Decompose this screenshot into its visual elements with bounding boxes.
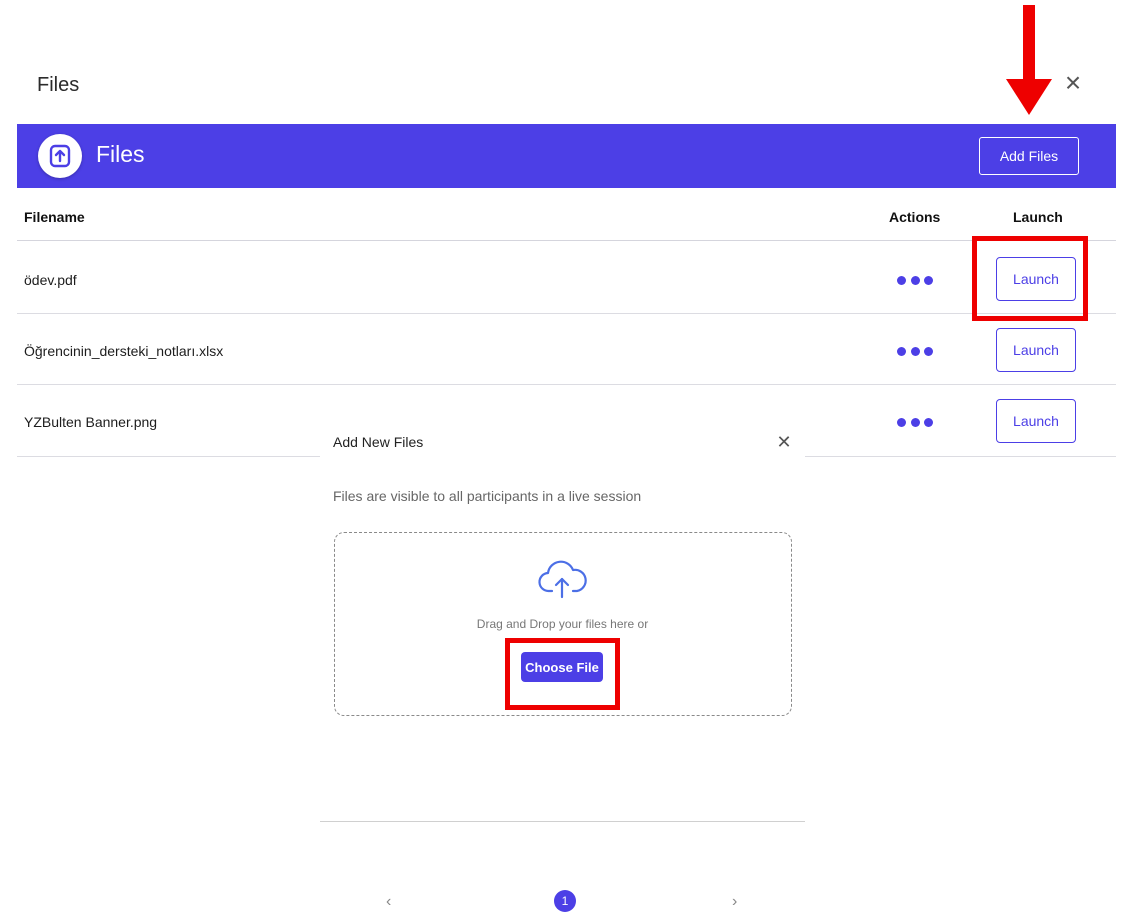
chevron-right-icon[interactable]: ›	[732, 893, 737, 911]
chevron-left-icon[interactable]: ‹	[386, 893, 391, 911]
cloud-upload-icon	[538, 560, 587, 599]
file-upload-icon	[38, 134, 82, 178]
row-divider	[17, 313, 1116, 314]
files-header-bar: Files Add Files	[17, 124, 1116, 188]
column-header-actions: Actions	[889, 209, 941, 225]
panel-title: Files	[37, 74, 80, 96]
launch-button[interactable]: Launch	[996, 328, 1076, 372]
row-divider	[17, 384, 1116, 385]
file-name: YZBulten Banner.png	[24, 414, 158, 430]
modal-footer-divider	[320, 821, 805, 822]
column-header-filename: Filename	[24, 209, 85, 225]
panel-close-icon[interactable]: ×	[1060, 68, 1086, 98]
header-title: Files	[96, 141, 145, 167]
dropzone-text: Drag and Drop your files here or	[476, 617, 649, 631]
column-header-launch: Launch	[1013, 209, 1063, 225]
add-files-modal: Add New Files ✕ Files are visible to all…	[320, 418, 805, 828]
red-arrow-annotation	[1006, 5, 1052, 115]
choose-file-highlight-annotation	[505, 638, 620, 710]
more-dots-icon[interactable]	[897, 347, 933, 357]
launch-highlight-annotation	[972, 236, 1088, 321]
table-header-divider	[17, 240, 1116, 241]
more-dots-icon[interactable]	[897, 276, 933, 286]
modal-description: Files are visible to all participants in…	[333, 488, 642, 504]
page-current[interactable]: 1	[554, 890, 576, 912]
modal-title: Add New Files	[333, 434, 424, 450]
file-name: ödev.pdf	[24, 272, 77, 288]
add-files-button[interactable]: Add Files	[979, 137, 1079, 175]
more-dots-icon[interactable]	[897, 418, 933, 428]
file-name: Öğrencinin_dersteki_notları.xlsx	[24, 343, 224, 359]
modal-close-icon[interactable]: ✕	[775, 431, 793, 453]
launch-button[interactable]: Launch	[996, 399, 1076, 443]
